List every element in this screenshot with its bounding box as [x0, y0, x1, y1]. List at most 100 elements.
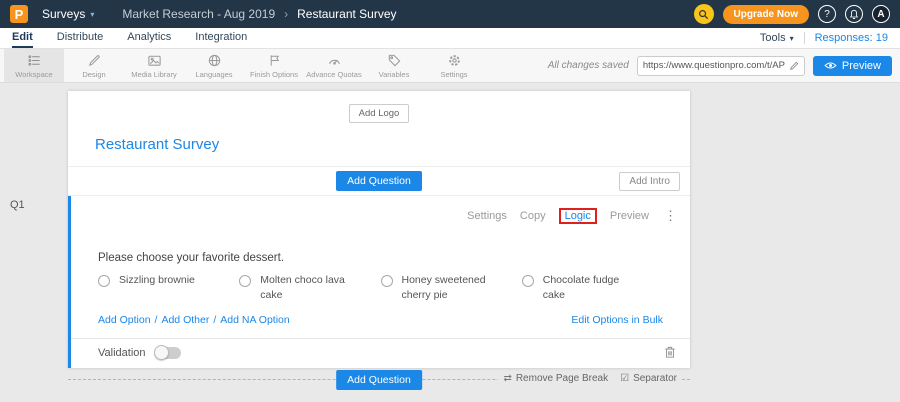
toolbar-item-label: Media Library [131, 70, 176, 79]
variables-icon [387, 53, 402, 68]
divider [804, 32, 805, 44]
option-label: Molten choco lava cake [260, 273, 358, 303]
validation-toggle[interactable] [155, 347, 181, 359]
toolbar-item-advance-quotas[interactable]: Advance Quotas [304, 49, 364, 82]
toolbar-item-design[interactable]: Design [64, 49, 124, 82]
option-item[interactable]: Sizzling brownie [98, 273, 239, 303]
trash-icon [664, 346, 676, 359]
option-links-row: Add Option / Add Other / Add NA Option E… [71, 314, 690, 326]
top-bar: P Surveys ▾ Market Research - Aug 2019 ›… [0, 0, 900, 28]
option-item[interactable]: Chocolate fudge cake [522, 273, 663, 303]
question-copy-link[interactable]: Copy [520, 210, 546, 222]
question-text[interactable]: Please choose your favorite dessert. [71, 252, 690, 264]
toolbar-item-label: Workspace [15, 70, 52, 79]
option-item[interactable]: Molten choco lava cake [239, 273, 380, 303]
question-menu-icon[interactable]: ⋮ [664, 208, 677, 224]
breadcrumb-separator-icon: › [284, 7, 288, 21]
radio-icon[interactable] [239, 275, 251, 287]
responses-link[interactable]: Responses: 19 [815, 32, 888, 44]
validation-row: Validation [71, 339, 690, 368]
help-button[interactable]: ? [818, 5, 836, 23]
toolbar-item-variables[interactable]: Variables [364, 49, 424, 82]
advance-quotas-icon [327, 53, 342, 68]
delete-question-button[interactable] [664, 346, 676, 359]
add-question-row: Add Question Add Intro [68, 166, 690, 196]
add-logo-button[interactable]: Add Logo [349, 104, 410, 123]
editor-canvas: Q1 Add Logo Restaurant Survey Add Questi… [0, 83, 900, 402]
breadcrumb: Market Research - Aug 2019 › Restaurant … [122, 7, 396, 21]
tab-integration[interactable]: Integration [195, 28, 247, 48]
tools-label: Tools [760, 32, 786, 44]
radio-icon[interactable] [522, 275, 534, 287]
toolbar-item-languages[interactable]: Languages [184, 49, 244, 82]
notifications-button[interactable] [845, 5, 863, 23]
question-settings-link[interactable]: Settings [467, 210, 507, 222]
toolbar-item-label: Settings [440, 70, 467, 79]
product-switcher-label: Surveys [42, 7, 85, 21]
remove-page-break-link[interactable]: ⇄ Remove Page Break [503, 373, 608, 384]
radio-icon[interactable] [381, 275, 393, 287]
page-break-controls: ⇄ Remove Page Break ☑ Separator [498, 373, 682, 384]
add-question-button-bottom[interactable]: Add Question [336, 370, 422, 390]
breadcrumb-parent[interactable]: Market Research - Aug 2019 [122, 7, 275, 21]
eye-icon [824, 61, 837, 70]
media-library-icon [147, 53, 162, 68]
edit-toolbar: Workspace Design Media Library Languages… [0, 49, 900, 83]
question-logic-link[interactable]: Logic [559, 208, 597, 224]
answer-options: Sizzling brownie Molten choco lava cake … [71, 273, 690, 303]
nav-right: Tools ▾ Responses: 19 [760, 28, 888, 48]
survey-title[interactable]: Restaurant Survey [68, 128, 690, 166]
edit-options-in-bulk-link[interactable]: Edit Options in Bulk [571, 314, 663, 326]
save-status: All changes saved [548, 60, 629, 71]
validation-label: Validation [98, 347, 146, 359]
add-na-option-link[interactable]: Add NA Option [220, 314, 289, 326]
avatar[interactable]: A [872, 5, 890, 23]
radio-icon[interactable] [98, 275, 110, 287]
toolbar-item-label: Variables [379, 70, 410, 79]
chevron-down-icon: ▾ [90, 10, 94, 19]
add-option-link[interactable]: Add Option [98, 314, 151, 326]
toolbar-item-finish-options[interactable]: Finish Options [244, 49, 304, 82]
toggle-knob [154, 345, 169, 360]
finish-options-icon [267, 53, 282, 68]
product-switcher[interactable]: Surveys ▾ [36, 4, 100, 24]
add-intro-button[interactable]: Add Intro [619, 172, 680, 191]
settings-icon [447, 53, 462, 68]
separator-toggle[interactable]: ☑ Separator [620, 373, 677, 384]
tab-edit[interactable]: Edit [12, 28, 33, 48]
languages-icon [207, 53, 222, 68]
toolbar-item-label: Design [82, 70, 105, 79]
search-button[interactable] [694, 4, 714, 24]
upgrade-now-button[interactable]: Upgrade Now [723, 5, 809, 24]
chevron-down-icon: ▾ [790, 34, 794, 43]
tools-menu[interactable]: Tools ▾ [760, 32, 794, 44]
questionpro-logo[interactable]: P [10, 5, 28, 23]
separator-checkbox-icon: ☑ [620, 373, 629, 384]
logo-section: Add Logo [68, 91, 690, 128]
question-block: Settings Copy Logic Preview ⋮ Please cho… [68, 196, 690, 368]
link-separator: / [213, 314, 216, 326]
option-label: Chocolate fudge cake [543, 273, 641, 303]
survey-url-field[interactable]: https://www.questionpro.com/t/APNrFZ [637, 56, 805, 76]
add-question-button[interactable]: Add Question [336, 171, 422, 191]
edit-url-pencil-icon[interactable] [789, 61, 799, 71]
toolbar-item-media-library[interactable]: Media Library [124, 49, 184, 82]
tab-distribute[interactable]: Distribute [57, 28, 103, 48]
toolbar-item-label: Finish Options [250, 70, 298, 79]
page-break-row: Add Question ⇄ Remove Page Break ☑ Separ… [68, 370, 690, 390]
link-separator: / [155, 314, 158, 326]
preview-button[interactable]: Preview [813, 56, 892, 76]
survey-card: Add Logo Restaurant Survey Add Question … [68, 91, 690, 368]
survey-url-text: https://www.questionpro.com/t/APNrFZ [643, 60, 785, 71]
toolbar-item-settings[interactable]: Settings [424, 49, 484, 82]
add-other-link[interactable]: Add Other [161, 314, 209, 326]
remove-page-break-label: Remove Page Break [516, 373, 608, 384]
question-actions: Settings Copy Logic Preview ⋮ [71, 196, 690, 224]
toolbar-item-workspace[interactable]: Workspace [4, 49, 64, 82]
workspace-icon [27, 53, 42, 68]
design-icon [87, 53, 102, 68]
question-preview-link[interactable]: Preview [610, 210, 649, 222]
tab-analytics[interactable]: Analytics [127, 28, 171, 48]
main-nav: Edit Distribute Analytics Integration To… [0, 28, 900, 49]
option-item[interactable]: Honey sweetened cherry pie [381, 273, 522, 303]
